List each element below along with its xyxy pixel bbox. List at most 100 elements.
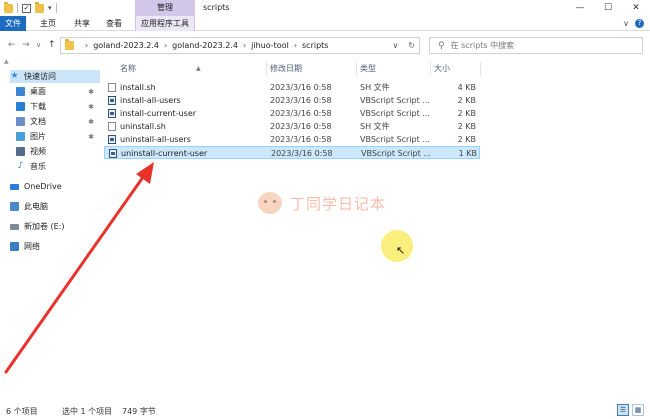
sidebar-item-downloads[interactable]: 下载 ✱ bbox=[16, 100, 100, 113]
refresh-icon[interactable]: ↻ bbox=[408, 41, 415, 50]
tab-file[interactable]: 文件 bbox=[0, 16, 26, 31]
sidebar-item-music[interactable]: ♪ 音乐 bbox=[16, 160, 100, 173]
table-row-selected[interactable]: uninstall-current-user 2023/3/16 0:58 VB… bbox=[104, 146, 480, 159]
expand-ribbon-chevron-icon[interactable]: ∨ bbox=[623, 19, 629, 28]
music-icon: ♪ bbox=[17, 161, 24, 171]
window-title: scripts bbox=[203, 3, 230, 12]
file-list: 名称 ▲ 修改日期 类型 大小 install.sh 2023/3/16 0:5… bbox=[104, 58, 650, 398]
file-size: 2 KB bbox=[457, 96, 476, 105]
maximize-button[interactable]: ☐ bbox=[594, 0, 622, 16]
table-row[interactable]: install-all-users 2023/3/16 0:58 VBScrip… bbox=[104, 94, 480, 107]
column-header-name[interactable]: 名称 ▲ bbox=[120, 62, 270, 76]
column-divider[interactable] bbox=[480, 62, 481, 76]
tab-share[interactable]: 共享 bbox=[72, 16, 92, 31]
ribbon-tabs: 文件 主页 共享 查看 应用程序工具 ∨ ? bbox=[0, 16, 650, 31]
breadcrumb-item[interactable]: scripts bbox=[302, 41, 328, 50]
breadcrumb-item[interactable]: goland-2023.2.4 bbox=[93, 41, 159, 50]
sh-file-icon bbox=[108, 122, 116, 131]
address-bar[interactable]: › goland-2023.2.4 › goland-2023.2.4 › ji… bbox=[60, 37, 420, 54]
status-selected-count: 选中 1 个项目 bbox=[62, 407, 113, 416]
file-name: uninstall.sh bbox=[120, 122, 166, 131]
sort-ascending-icon: ▲ bbox=[196, 65, 201, 72]
breadcrumb-item[interactable]: goland-2023.2.4 bbox=[172, 41, 238, 50]
download-icon bbox=[16, 102, 25, 111]
file-size: 4 KB bbox=[457, 83, 476, 92]
sh-file-icon bbox=[108, 83, 116, 92]
file-date: 2023/3/16 0:58 bbox=[270, 122, 332, 131]
sidebar-item-label: 图片 bbox=[30, 132, 46, 141]
folder-icon bbox=[65, 39, 74, 50]
sidebar-item-label: 文档 bbox=[30, 117, 46, 126]
video-icon bbox=[16, 147, 25, 156]
address-dropdown-chevron-icon[interactable]: ∨ bbox=[392, 41, 398, 50]
breadcrumb-chevron-icon: › bbox=[293, 41, 298, 50]
pin-icon: ✱ bbox=[88, 117, 94, 126]
breadcrumb-chevron-icon: › bbox=[163, 41, 168, 50]
search-icon: ⚲ bbox=[438, 40, 445, 51]
sidebar-item-label: OneDrive bbox=[24, 182, 62, 191]
new-folder-icon[interactable] bbox=[35, 1, 44, 13]
table-row[interactable]: install.sh 2023/3/16 0:58 SH 文件 4 KB bbox=[104, 81, 480, 94]
tab-view[interactable]: 查看 bbox=[104, 16, 124, 31]
status-selected-size: 749 字节 bbox=[122, 407, 156, 416]
vbscript-file-icon bbox=[108, 109, 116, 118]
sidebar-item-label: 音乐 bbox=[30, 162, 46, 171]
sidebar-item-network[interactable]: 网络 bbox=[10, 240, 100, 253]
sidebar-item-desktop[interactable]: 桌面 ✱ bbox=[16, 85, 100, 98]
file-date: 2023/3/16 0:58 bbox=[270, 83, 332, 92]
column-divider[interactable] bbox=[430, 62, 431, 76]
column-divider[interactable] bbox=[266, 62, 267, 76]
sidebar-item-quick-access[interactable]: ★ 快速访问 bbox=[10, 70, 100, 83]
sidebar-item-this-pc[interactable]: 此电脑 bbox=[10, 200, 100, 213]
sidebar-item-videos[interactable]: 视频 bbox=[16, 145, 100, 158]
sidebar-item-onedrive[interactable]: OneDrive bbox=[10, 180, 100, 193]
toolbar-divider bbox=[17, 3, 18, 13]
back-arrow-icon[interactable]: ← bbox=[8, 40, 16, 50]
scroll-up-icon[interactable]: ▲ bbox=[4, 58, 10, 66]
file-type: SH 文件 bbox=[360, 83, 390, 92]
properties-icon[interactable]: ✓ bbox=[22, 3, 31, 13]
table-row[interactable]: uninstall.sh 2023/3/16 0:58 SH 文件 2 KB bbox=[104, 120, 480, 133]
tab-application-tools[interactable]: 应用程序工具 bbox=[135, 16, 195, 31]
table-row[interactable]: uninstall-all-users 2023/3/16 0:58 VBScr… bbox=[104, 133, 480, 146]
column-header-size[interactable]: 大小 bbox=[434, 62, 480, 76]
recent-locations-chevron-icon[interactable]: ∨ bbox=[36, 40, 41, 50]
column-header-type[interactable]: 类型 bbox=[360, 62, 430, 76]
help-icon[interactable]: ? bbox=[635, 19, 644, 28]
sidebar-item-documents[interactable]: 文档 ✱ bbox=[16, 115, 100, 128]
table-row[interactable]: install-current-user 2023/3/16 0:58 VBSc… bbox=[104, 107, 480, 120]
vbscript-file-icon bbox=[108, 135, 116, 144]
file-name: uninstall-all-users bbox=[120, 135, 191, 144]
file-type: SH 文件 bbox=[360, 122, 390, 131]
large-icons-view-icon[interactable]: ▦ bbox=[632, 404, 644, 416]
details-view-icon[interactable]: ☰ bbox=[617, 404, 629, 416]
context-tab-manage[interactable]: 管理 bbox=[135, 0, 195, 16]
window-controls: — ☐ ✕ bbox=[566, 0, 650, 16]
file-date: 2023/3/16 0:58 bbox=[270, 96, 332, 105]
file-date: 2023/3/16 0:58 bbox=[270, 135, 332, 144]
close-button[interactable]: ✕ bbox=[622, 0, 650, 16]
pin-icon: ✱ bbox=[88, 87, 94, 96]
minimize-button[interactable]: — bbox=[566, 0, 594, 16]
file-name: install.sh bbox=[120, 83, 156, 92]
column-divider[interactable] bbox=[356, 62, 357, 76]
customize-toolbar-chevron-icon[interactable]: ▾ bbox=[48, 4, 52, 12]
column-header-date[interactable]: 修改日期 bbox=[270, 62, 358, 76]
search-input[interactable]: ⚲ 在 scripts 中搜索 bbox=[429, 37, 643, 54]
picture-icon bbox=[16, 132, 25, 141]
quick-access-toolbar: ✓ ▾ bbox=[0, 0, 57, 16]
sidebar-item-pictures[interactable]: 图片 ✱ bbox=[16, 130, 100, 143]
up-arrow-icon[interactable]: ↑ bbox=[48, 40, 56, 50]
forward-arrow-icon[interactable]: → bbox=[22, 40, 30, 50]
file-size: 1 KB bbox=[458, 149, 477, 158]
file-type: VBScript Script ... bbox=[360, 109, 430, 118]
sidebar-item-label: 快速访问 bbox=[24, 72, 56, 81]
computer-icon bbox=[10, 202, 19, 211]
column-header-label: 名称 bbox=[120, 64, 136, 73]
tab-home[interactable]: 主页 bbox=[38, 16, 58, 31]
status-bar: 6 个项目 选中 1 个项目 749 字节 ☰ ▦ bbox=[0, 402, 650, 419]
sidebar-item-drive-e[interactable]: 新加卷 (E:) bbox=[10, 220, 100, 233]
file-type: VBScript Script ... bbox=[360, 96, 430, 105]
breadcrumb-item[interactable]: jihuo-tool bbox=[251, 41, 289, 50]
file-size: 2 KB bbox=[457, 135, 476, 144]
